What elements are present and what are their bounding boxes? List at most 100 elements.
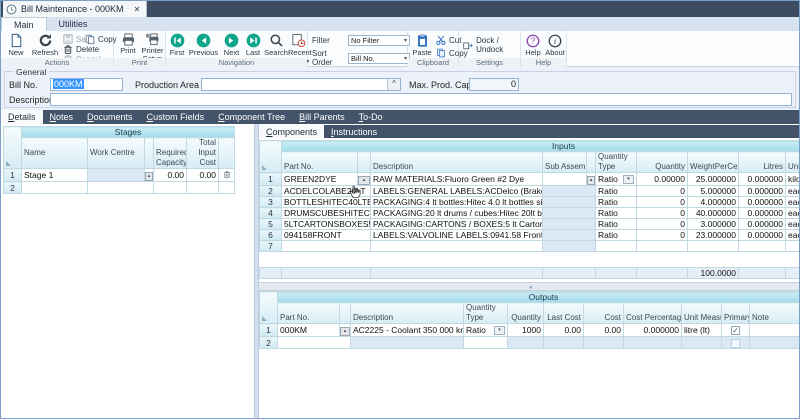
outputs-header-quantity[interactable]: Quantity xyxy=(508,303,544,324)
part-no-cell[interactable]: 5LTCARTONSBOXES5LTCARTONS xyxy=(282,219,371,230)
primary-checkbox[interactable]: ✓ xyxy=(731,326,740,335)
part-no-cell[interactable]: DRUMSCUBESHITEC20LTBLACK xyxy=(282,208,371,219)
quantity-cell[interactable]: 0 xyxy=(637,230,688,241)
combo-expand-icon[interactable] xyxy=(387,79,400,90)
refresh-button[interactable]: Refresh xyxy=(29,33,61,57)
description-cell[interactable]: PACKAGING:20 lt drums / cubes:Hitec 20lt… xyxy=(371,208,543,219)
description-cell[interactable]: LABELS:GENERAL LABELS:ACDelco (Brake Flu… xyxy=(371,186,543,197)
description-cell[interactable]: LABELS:VALVOLINE LABELS:0941.58 Front xyxy=(371,230,543,241)
quantity-type-cell[interactable] xyxy=(464,337,508,349)
part-no-cell[interactable]: GREEN2DYE xyxy=(282,173,358,186)
unit-measure-cell[interactable] xyxy=(682,337,722,349)
total-input-cost-cell[interactable]: 0.00 xyxy=(187,169,219,182)
description-cell[interactable]: AC2225 - Coolant 350 000 km xyxy=(351,324,464,337)
tab-details[interactable]: Details xyxy=(1,110,43,124)
stage-name-cell[interactable]: Stage 1 xyxy=(22,169,88,182)
description-cell[interactable]: RAW MATERIALS:Fluoro Green #2 Dye xyxy=(371,173,543,186)
weightpercent-cell[interactable]: 3.000000 xyxy=(688,219,739,230)
unit-cell[interactable]: each xyxy=(786,197,800,208)
tab-documents[interactable]: Documents xyxy=(80,110,140,124)
help-button[interactable]: ? Help xyxy=(523,34,543,57)
litres-cell[interactable]: 0.000000 xyxy=(739,186,786,197)
tab-utilities[interactable]: Utilities xyxy=(47,17,100,31)
first-button[interactable]: First xyxy=(167,33,187,57)
sub-assembly-cell[interactable] xyxy=(543,173,587,186)
weightpercent-cell[interactable]: 25.000000 xyxy=(688,173,739,186)
part-lookup-cell[interactable] xyxy=(358,173,371,186)
primary-checkbox[interactable] xyxy=(731,339,740,348)
outputs-header-note[interactable]: Note xyxy=(750,303,800,324)
quantity-type-cell[interactable]: Ratio xyxy=(464,324,508,337)
litres-cell[interactable]: 0.000000 xyxy=(739,230,786,241)
tab-to-do[interactable]: To-Do xyxy=(352,110,390,124)
tab-components[interactable]: Components xyxy=(259,125,324,138)
stages-header-total-input-cost[interactable]: Total Input Cost xyxy=(187,138,219,169)
inputs-header-quantity-type[interactable]: Quantity Type xyxy=(596,152,637,173)
description-cell[interactable] xyxy=(371,241,543,252)
note-cell[interactable] xyxy=(750,324,800,337)
horizontal-splitter[interactable]: ● xyxy=(259,282,799,291)
stages-header-work-centre[interactable]: Work Centre xyxy=(88,138,145,169)
cost-percentage-cell[interactable]: 0.000000 xyxy=(624,324,682,337)
outputs-header-part-no[interactable]: Part No. xyxy=(278,303,340,324)
quantity-type-cell[interactable]: Ratio xyxy=(596,173,637,186)
row-number[interactable]: 5 xyxy=(260,219,282,230)
row-number[interactable]: 2 xyxy=(260,186,282,197)
filter-dropdown[interactable]: No Filter xyxy=(348,35,410,46)
dropdown-arrow-icon[interactable] xyxy=(494,326,505,335)
inputs-header-unit[interactable]: Unit xyxy=(786,152,800,173)
tab-custom-fields[interactable]: Custom Fields xyxy=(140,110,212,124)
description-cell[interactable]: PACKAGING:4 lt bottles:Hitec 4.0 lt bott… xyxy=(371,197,543,208)
tab-bill-parents[interactable]: Bill Parents xyxy=(292,110,352,124)
work-centre-cell[interactable] xyxy=(88,182,154,194)
weightpercent-cell[interactable]: 4.000000 xyxy=(688,197,739,208)
cost-percentage-cell[interactable] xyxy=(624,337,682,349)
part-no-cell[interactable] xyxy=(282,241,371,252)
litres-cell[interactable]: 0.000000 xyxy=(739,208,786,219)
last-cost-cell[interactable] xyxy=(544,337,584,349)
description-cell[interactable] xyxy=(351,337,464,349)
new-button[interactable]: New xyxy=(3,33,29,57)
required-capacity-cell[interactable] xyxy=(154,182,187,194)
trash-icon[interactable] xyxy=(223,170,231,179)
row-number[interactable]: 7 xyxy=(260,241,282,252)
outputs-header-quantity-type[interactable]: Quantity Type xyxy=(464,303,508,324)
max-prod-input[interactable]: 0 xyxy=(469,78,519,91)
stage-name-cell[interactable] xyxy=(22,182,88,194)
quantity-cell[interactable]: 0 xyxy=(637,197,688,208)
stages-header-required-capacity[interactable]: Required Capacity xyxy=(154,138,187,169)
cost-cell[interactable] xyxy=(584,337,624,349)
unit-cell[interactable]: each xyxy=(786,186,800,197)
outputs-header-cost[interactable]: Cost xyxy=(584,303,624,324)
primary-checkbox-cell[interactable] xyxy=(722,337,750,349)
required-capacity-cell[interactable]: 0.00 xyxy=(154,169,187,182)
outputs-header-cost-percentage[interactable]: Cost Percentage xyxy=(624,303,682,324)
bill-no-input[interactable]: 000KM xyxy=(50,78,123,91)
inputs-header-weightpercent[interactable]: WeightPerCent xyxy=(688,152,739,173)
primary-checkbox-cell[interactable]: ✓ xyxy=(722,324,750,337)
weightpercent-cell[interactable]: 5.000000 xyxy=(688,186,739,197)
next-button[interactable]: Next xyxy=(220,33,243,57)
weightpercent-cell[interactable]: 23.000000 xyxy=(688,230,739,241)
work-centre-cell[interactable] xyxy=(88,169,145,182)
row-number[interactable]: 2 xyxy=(260,337,278,349)
part-lookup-cell[interactable] xyxy=(340,324,351,337)
about-button[interactable]: i About xyxy=(544,34,566,57)
outputs-header-last-cost[interactable]: Last Cost xyxy=(544,303,584,324)
lookup-button-icon[interactable] xyxy=(145,172,153,181)
tab-instructions[interactable]: Instructions xyxy=(324,125,384,138)
quantity-type-cell[interactable]: Ratio xyxy=(596,230,637,241)
previous-button[interactable]: Previous xyxy=(187,33,220,57)
quantity-cell[interactable]: 0 xyxy=(637,186,688,197)
sub-assembly-cell[interactable] xyxy=(543,186,596,197)
unit-cell[interactable]: each xyxy=(786,208,800,219)
row-number[interactable]: 1 xyxy=(260,324,278,337)
inputs-header-part-no[interactable]: Part No. xyxy=(282,152,358,173)
litres-cell[interactable]: 0.000000 xyxy=(739,173,786,186)
delete-stage-cell[interactable] xyxy=(219,182,235,194)
quantity-type-cell[interactable]: Ratio xyxy=(596,197,637,208)
inputs-header-litres[interactable]: Litres xyxy=(739,152,786,173)
description-cell[interactable]: PACKAGING:CARTONS / BOXES:5 lt Cartons /… xyxy=(371,219,543,230)
row-number[interactable]: 3 xyxy=(260,197,282,208)
quantity-cell[interactable]: 0 xyxy=(637,208,688,219)
